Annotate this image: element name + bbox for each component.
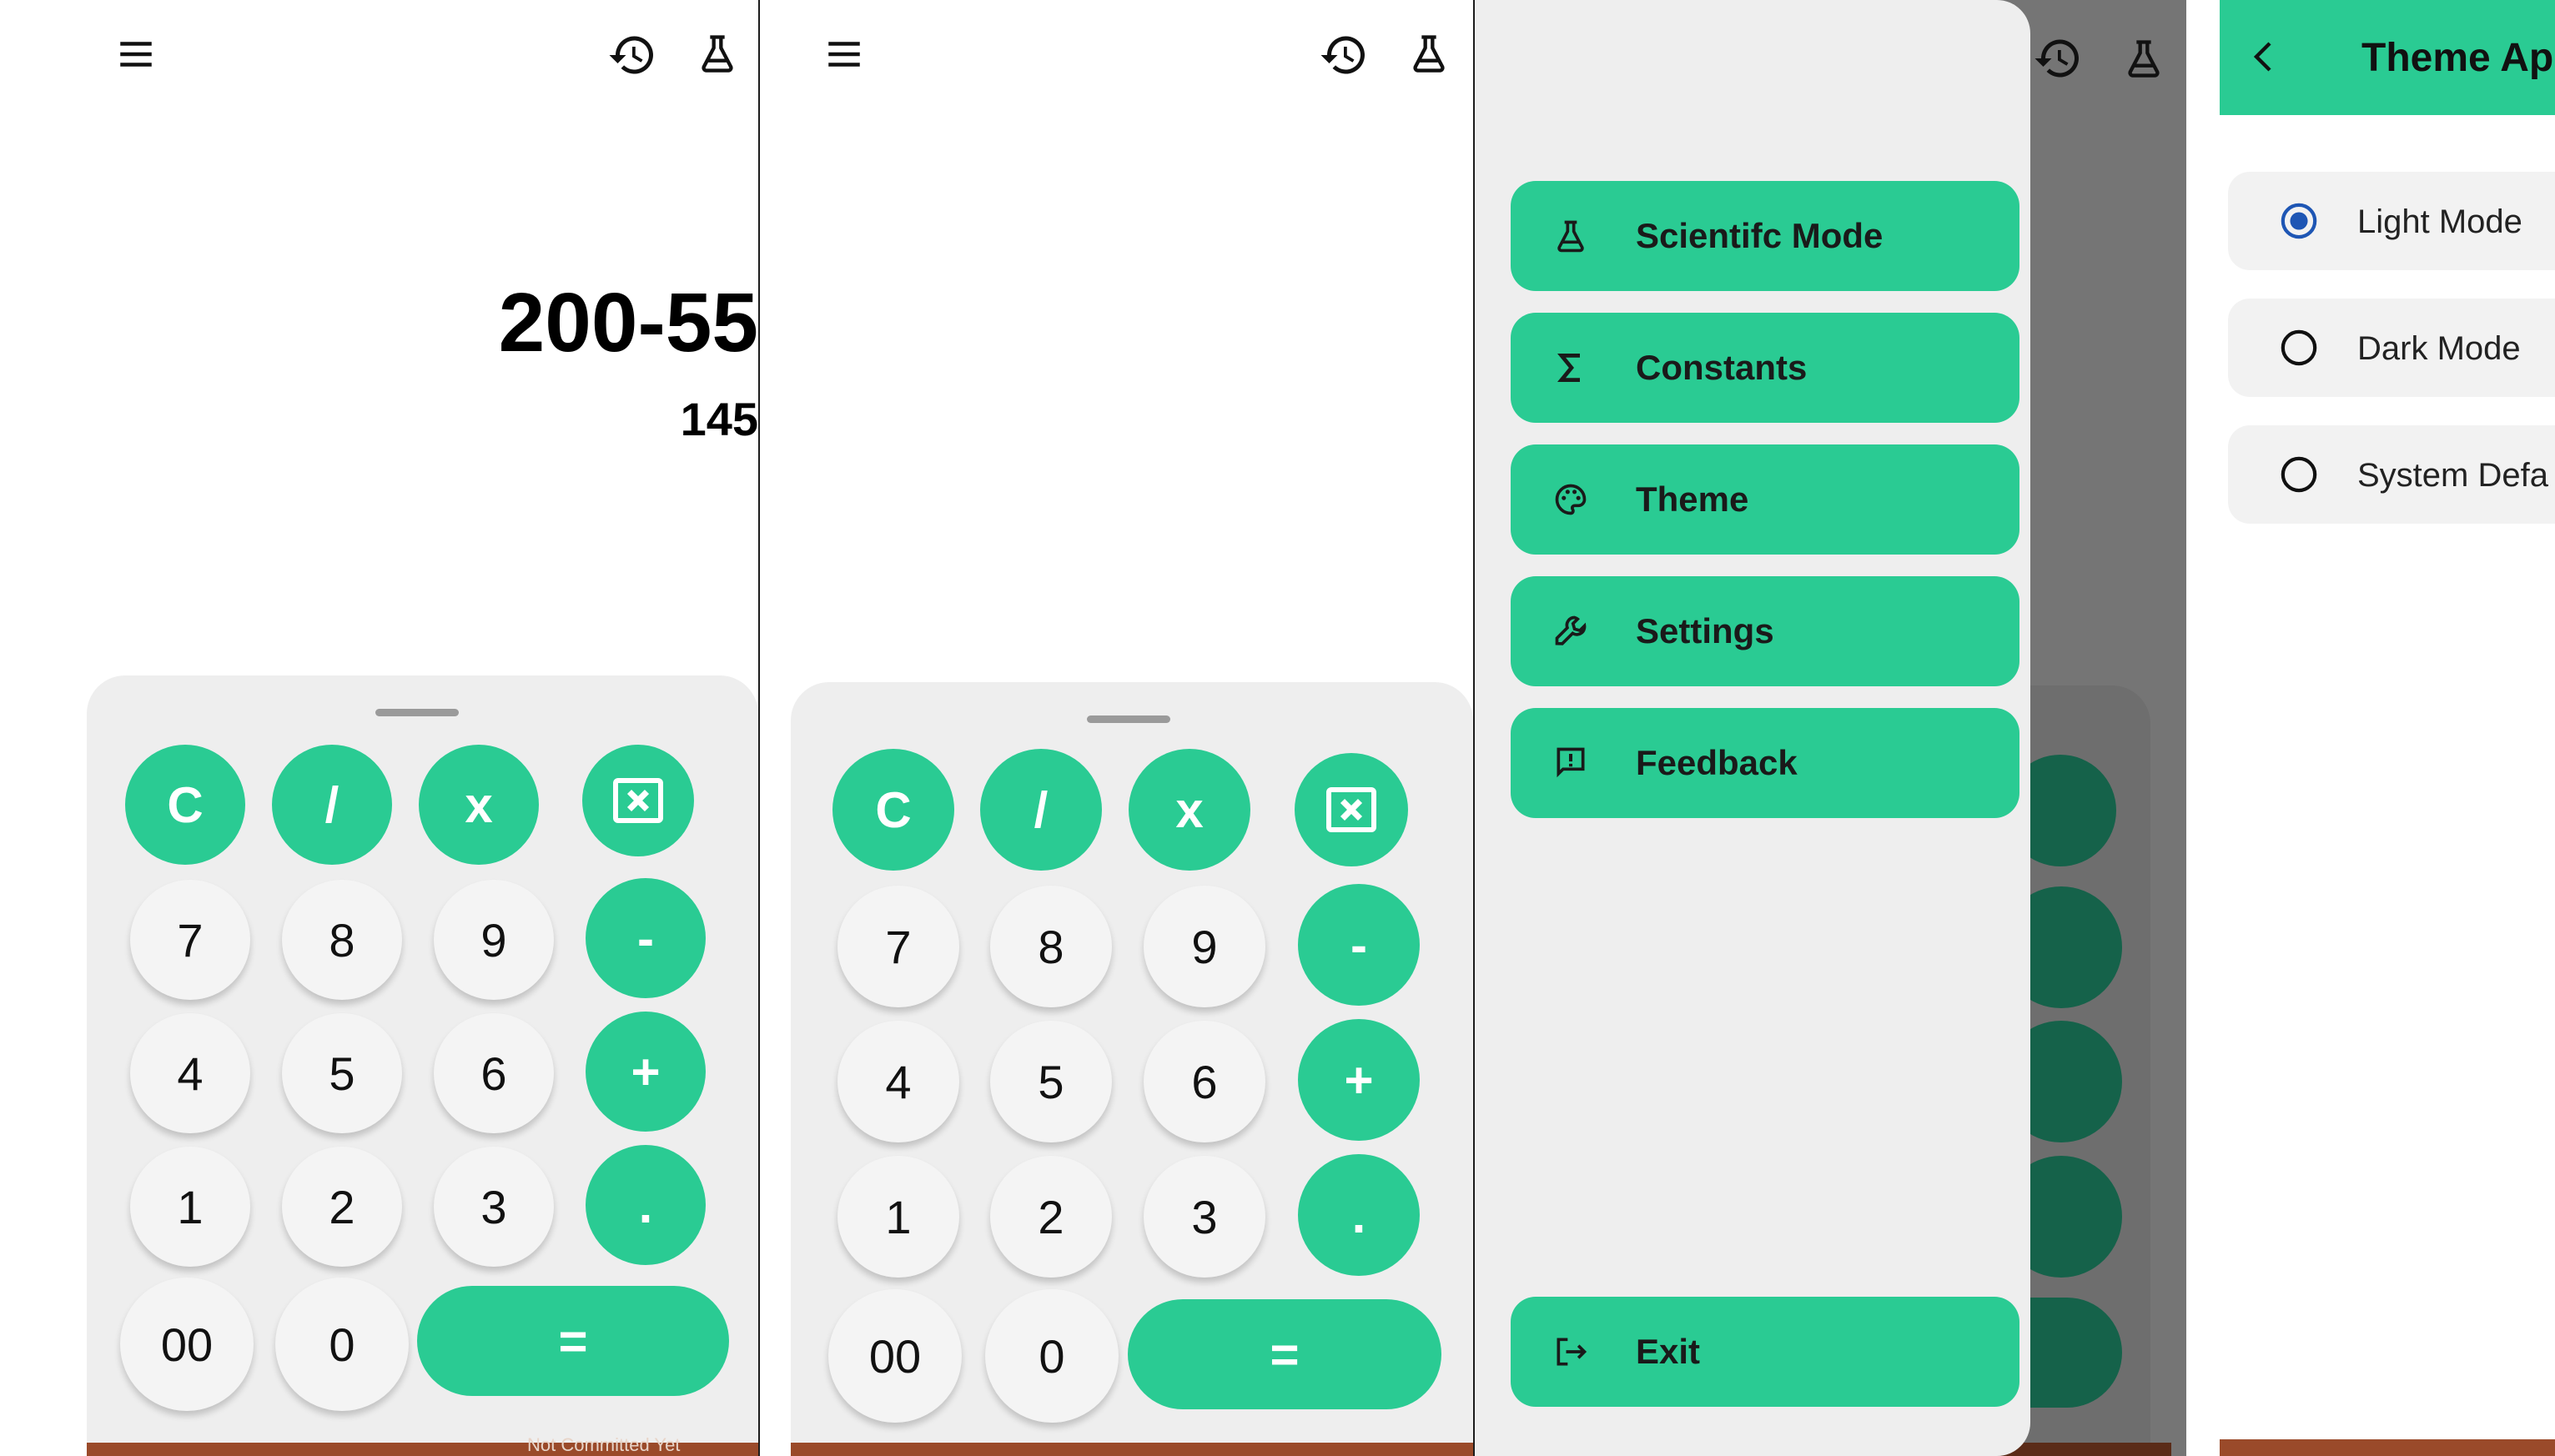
backspace-button[interactable] — [1295, 753, 1408, 866]
divide-button[interactable]: / — [980, 749, 1102, 871]
clear-button[interactable]: C — [125, 745, 245, 865]
exit-label: Exit — [1636, 1332, 1701, 1371]
menu-icon[interactable] — [115, 33, 157, 75]
menu-item-feedback[interactable]: Feedback — [1511, 708, 2019, 818]
digit-0-button[interactable]: 0 — [985, 1289, 1119, 1423]
exit-button[interactable]: Exit — [1511, 1297, 2019, 1407]
digit-2-button[interactable]: 2 — [282, 1147, 402, 1267]
digit-9-button[interactable]: 9 — [1144, 886, 1265, 1007]
theme-option-label: Light Mode — [2357, 203, 2522, 240]
expression-display: 200-55 — [498, 276, 758, 369]
palette-icon — [1552, 481, 1589, 518]
flask-icon[interactable] — [2122, 37, 2165, 80]
digit-2-button[interactable]: 2 — [990, 1156, 1112, 1278]
digit-4-button[interactable]: 4 — [837, 1021, 959, 1142]
panel-gap — [2186, 0, 2220, 1456]
calculator-screen-with-result: 200-55 145 C / x 7 8 9 - 4 5 6 + 1 2 3 .… — [0, 0, 758, 1456]
status-strip — [2220, 1439, 2555, 1456]
equals-button[interactable]: = — [417, 1286, 729, 1396]
backspace-button[interactable] — [582, 745, 694, 856]
digit-9-button[interactable]: 9 — [434, 880, 554, 1000]
radio-selected-icon[interactable] — [2280, 202, 2318, 240]
decimal-button[interactable]: . — [1298, 1154, 1420, 1276]
feedback-icon — [1552, 745, 1589, 781]
menu-item-label: Theme — [1636, 479, 1749, 519]
menu-item-constants[interactable]: Constants — [1511, 313, 2019, 423]
menu-item-scientific-mode[interactable]: Scientifc Mode — [1511, 181, 2019, 291]
digit-5-button[interactable]: 5 — [282, 1013, 402, 1133]
sheet-drag-handle[interactable] — [375, 709, 459, 716]
digit-1-button[interactable]: 1 — [837, 1156, 959, 1278]
divide-button[interactable]: / — [272, 745, 392, 865]
logout-icon — [1552, 1333, 1589, 1370]
sigma-icon — [1552, 349, 1589, 386]
sheet-drag-handle[interactable] — [1087, 715, 1170, 723]
status-text: Not Committed Yet — [527, 1434, 681, 1455]
theme-option-system[interactable]: System Defa — [2228, 425, 2555, 524]
decimal-button[interactable]: . — [586, 1145, 706, 1265]
back-arrow-icon[interactable] — [2245, 37, 2285, 77]
theme-appearance-screen: Theme Ap Light Mode Dark Mode System Def… — [2220, 0, 2555, 1456]
theme-option-label: System Defa — [2357, 457, 2548, 494]
digit-4-button[interactable]: 4 — [130, 1013, 250, 1133]
app-bar: Theme Ap — [2220, 0, 2555, 115]
result-display: 145 — [680, 393, 758, 445]
menu-item-label: Settings — [1636, 611, 1774, 650]
minus-button[interactable]: - — [586, 878, 706, 998]
double-zero-button[interactable]: 00 — [828, 1289, 962, 1423]
digit-5-button[interactable]: 5 — [990, 1021, 1112, 1142]
navigation-drawer: Scientifc Mode Constants Theme Settings … — [1475, 0, 2030, 1456]
clear-button[interactable]: C — [832, 749, 954, 871]
history-icon[interactable] — [607, 30, 657, 80]
digit-7-button[interactable]: 7 — [130, 880, 250, 1000]
digit-8-button[interactable]: 8 — [990, 886, 1112, 1007]
digit-0-button[interactable]: 0 — [275, 1278, 409, 1411]
menu-item-settings[interactable]: Settings — [1511, 576, 2019, 686]
history-icon[interactable] — [2033, 33, 2083, 83]
menu-icon[interactable] — [823, 33, 865, 75]
digit-7-button[interactable]: 7 — [837, 886, 959, 1007]
minus-button[interactable]: - — [1298, 884, 1420, 1006]
calculator-screen-empty: C / x 7 8 9 - 4 5 6 + 1 2 3 . 00 0 = — [760, 0, 1473, 1456]
plus-button[interactable]: + — [586, 1012, 706, 1132]
radio-unselected-icon[interactable] — [2280, 329, 2318, 367]
double-zero-button[interactable]: 00 — [120, 1278, 254, 1411]
menu-item-label: Scientifc Mode — [1636, 216, 1884, 255]
theme-option-dark[interactable]: Dark Mode — [2228, 299, 2555, 397]
menu-item-theme[interactable]: Theme — [1511, 444, 2019, 555]
page-title: Theme Ap — [2361, 36, 2554, 80]
multiply-button[interactable]: x — [419, 745, 539, 865]
flask-icon — [1552, 218, 1589, 254]
digit-6-button[interactable]: 6 — [1144, 1021, 1265, 1142]
radio-unselected-icon[interactable] — [2280, 455, 2318, 494]
theme-option-light[interactable]: Light Mode — [2228, 172, 2555, 270]
wrench-icon — [1552, 613, 1589, 650]
history-icon[interactable] — [1319, 30, 1369, 80]
theme-option-label: Dark Mode — [2357, 330, 2521, 367]
digit-8-button[interactable]: 8 — [282, 880, 402, 1000]
digit-3-button[interactable]: 3 — [1144, 1156, 1265, 1278]
menu-item-label: Feedback — [1636, 743, 1798, 782]
backspace-icon — [1321, 780, 1381, 840]
flask-icon[interactable] — [696, 32, 739, 75]
equals-button[interactable]: = — [1128, 1299, 1441, 1409]
backspace-icon — [608, 771, 668, 831]
flask-icon[interactable] — [1407, 32, 1451, 75]
menu-item-label: Constants — [1636, 348, 1808, 387]
multiply-button[interactable]: x — [1129, 749, 1250, 871]
digit-1-button[interactable]: 1 — [130, 1147, 250, 1267]
navigation-drawer-screen: Scientifc Mode Constants Theme Settings … — [1475, 0, 2186, 1456]
digit-3-button[interactable]: 3 — [434, 1147, 554, 1267]
digit-6-button[interactable]: 6 — [434, 1013, 554, 1133]
status-strip — [791, 1443, 1473, 1456]
plus-button[interactable]: + — [1298, 1019, 1420, 1141]
